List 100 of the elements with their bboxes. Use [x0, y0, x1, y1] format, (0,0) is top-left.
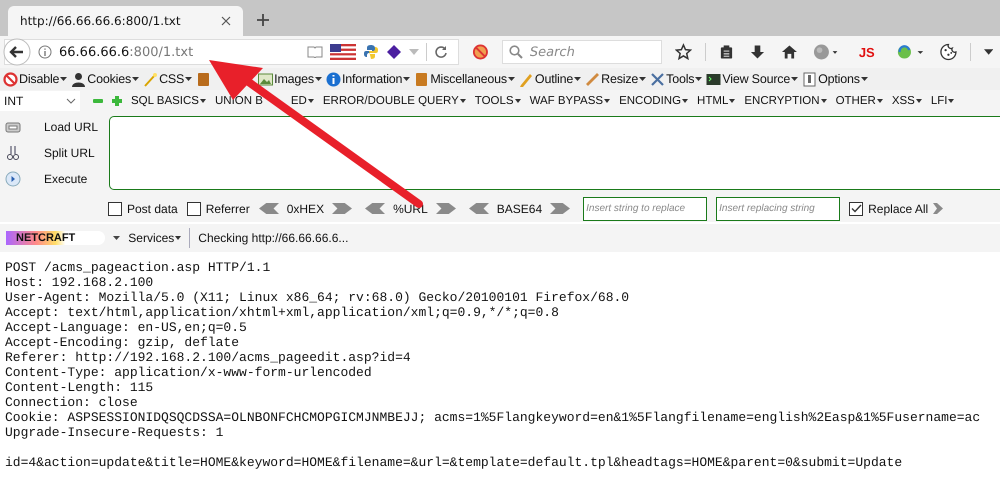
- reload-icon[interactable]: [434, 45, 448, 59]
- back-icon[interactable]: [3, 38, 31, 66]
- toolbar-menu[interactable]: Resize: [601, 72, 638, 86]
- checkbox[interactable]: [849, 202, 864, 216]
- replace-field[interactable]: Insert string to replace: [583, 196, 708, 220]
- caret-icon[interactable]: [860, 77, 868, 81]
- address-bar[interactable]: 66.66.66.6:800/1.txt: [4, 39, 459, 65]
- right-chevron-icon[interactable]: [933, 203, 944, 214]
- hackbar-menu[interactable]: SQL BASICS: [131, 95, 199, 107]
- globe-icon[interactable]: [813, 43, 838, 61]
- switch-icon[interactable]: [802, 72, 818, 86]
- toolbar-menu[interactable]: Tools: [666, 72, 694, 86]
- star-icon[interactable]: [674, 43, 692, 61]
- terminal-icon[interactable]: [706, 72, 722, 86]
- netcraft-logo[interactable]: NETCRAFT: [6, 231, 106, 245]
- right-chevron-icon[interactable]: [332, 203, 352, 214]
- checkbox-label[interactable]: Replace All: [868, 202, 928, 216]
- caret-icon[interactable]: [948, 99, 954, 103]
- caret-icon[interactable]: [60, 77, 68, 81]
- caret-icon[interactable]: [308, 99, 314, 103]
- caret-icon[interactable]: [314, 77, 322, 81]
- hackbar-menu[interactable]: ENCRYPTION: [744, 95, 820, 107]
- left-chevron-icon[interactable]: [365, 203, 386, 214]
- hackbar-menu[interactable]: TOOLS: [474, 95, 514, 107]
- caret-icon[interactable]: [514, 99, 521, 103]
- caret-icon[interactable]: [604, 99, 610, 103]
- right-chevron-icon[interactable]: [436, 203, 456, 214]
- action-button[interactable]: Load URL: [44, 120, 98, 134]
- scissors-icon[interactable]: [4, 145, 22, 161]
- hackbar-menu[interactable]: LFI: [930, 95, 948, 107]
- toolbar-menu[interactable]: Options: [818, 72, 860, 86]
- caret-icon[interactable]: [175, 236, 182, 240]
- caret-icon[interactable]: [403, 77, 410, 81]
- hackbar-menu[interactable]: ENCODING: [619, 95, 682, 107]
- checkbox-label[interactable]: Post data: [127, 202, 178, 216]
- hackbar-menu[interactable]: ED: [290, 95, 307, 107]
- caret-icon[interactable]: [132, 77, 140, 81]
- hackbar-menu[interactable]: WAF BYPASS: [530, 95, 604, 107]
- toolbar-menu[interactable]: Miscellaneous: [430, 72, 507, 86]
- hackbar-menu[interactable]: HTML: [697, 95, 728, 107]
- caret-icon[interactable]: [876, 99, 883, 103]
- blocked-icon[interactable]: [472, 43, 489, 61]
- replace-field[interactable]: Insert replacing string: [716, 196, 840, 220]
- caret-icon[interactable]: [729, 99, 736, 103]
- caret-icon[interactable]: [639, 77, 646, 81]
- action-button[interactable]: Execute: [44, 172, 88, 186]
- checkbox-label[interactable]: Referrer: [206, 202, 250, 216]
- cookie-icon[interactable]: [940, 43, 957, 61]
- hackbar-menu[interactable]: UNION B: [214, 95, 263, 107]
- toolbar-menu[interactable]: Information: [342, 72, 402, 86]
- caret-icon[interactable]: [695, 77, 702, 81]
- right-chevron-icon[interactable]: [550, 203, 570, 214]
- caret-icon[interactable]: [508, 77, 515, 81]
- toolbar-menu[interactable]: Cookies: [87, 72, 132, 86]
- toolbar-menu[interactable]: CSS: [159, 72, 184, 86]
- search-field[interactable]: Search: [502, 40, 662, 64]
- download-icon[interactable]: [750, 44, 765, 60]
- toolbar-menu[interactable]: Images: [274, 72, 314, 86]
- browser-tab[interactable]: http://66.66.66.6:800/1.txt: [8, 6, 243, 36]
- left-chevron-icon[interactable]: [258, 203, 279, 214]
- overflow-menu-icon[interactable]: [984, 49, 993, 55]
- caret-icon[interactable]: [574, 77, 582, 81]
- close-icon[interactable]: [221, 16, 231, 26]
- toolbar-menu[interactable]: Disable: [19, 72, 60, 86]
- caret-icon[interactable]: [820, 99, 827, 103]
- caret-icon[interactable]: [200, 99, 206, 103]
- caret-icon[interactable]: [185, 77, 192, 81]
- services-menu[interactable]: Services: [128, 231, 174, 245]
- new-tab-icon[interactable]: [257, 14, 269, 26]
- caret-icon[interactable]: [916, 99, 922, 103]
- play-icon[interactable]: [4, 171, 22, 187]
- toolbar-menu[interactable]: Outline: [534, 72, 574, 86]
- info-icon[interactable]: [38, 45, 52, 59]
- javascript-toggle[interactable]: JS: [858, 44, 875, 60]
- left-chevron-icon[interactable]: [468, 203, 489, 214]
- forbidden-icon[interactable]: [3, 72, 18, 86]
- sync-icon[interactable]: [896, 43, 924, 61]
- tools-icon[interactable]: [650, 72, 666, 86]
- flag-icon[interactable]: [330, 44, 356, 60]
- gem-icon[interactable]: [386, 44, 402, 60]
- hackbar-menu[interactable]: ERROR/DOUBLE QUERY: [322, 95, 459, 107]
- reader-view-icon[interactable]: [307, 46, 323, 58]
- caret-icon[interactable]: [460, 99, 466, 103]
- checkbox[interactable]: [186, 202, 201, 216]
- home-icon[interactable]: [780, 44, 798, 60]
- info-icon[interactable]: [326, 72, 341, 86]
- hackbar-menu[interactable]: OTHER: [836, 95, 876, 107]
- caret-icon[interactable]: [791, 77, 798, 81]
- caret-icon[interactable]: [682, 99, 688, 103]
- dropdown-icon[interactable]: [113, 236, 120, 240]
- action-button[interactable]: Split URL: [44, 146, 95, 160]
- toolbar-menu[interactable]: View Source: [722, 72, 790, 86]
- hackbar-menu[interactable]: XSS: [892, 95, 915, 107]
- request-body: id=4&action=update&title=HOME&keyword=HOME&filename=&url=&template=default.tpl&headtags=HOME&parent=0&submit=Update: [5, 455, 904, 470]
- url-textarea[interactable]: [109, 116, 1000, 190]
- python-icon[interactable]: [363, 44, 379, 60]
- person-icon[interactable]: [71, 72, 86, 86]
- type-dropdown[interactable]: INT: [0, 91, 80, 111]
- checkbox[interactable]: [108, 202, 122, 216]
- image-icon[interactable]: [258, 72, 274, 86]
